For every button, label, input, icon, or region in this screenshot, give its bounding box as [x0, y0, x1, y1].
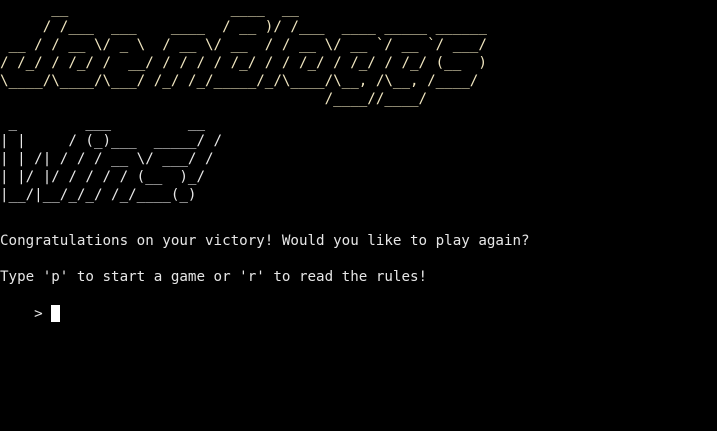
- ascii-title-banner: __ ____ __ / /___ ___ ____ / __ )/ /___ …: [0, 0, 487, 108]
- terminal-window[interactable]: __ ____ __ / /___ ___ ____ / __ )/ /___ …: [0, 0, 717, 431]
- banner-title-line: \____/\____/\___/ /_/ /_/_____/_/\____/\…: [0, 73, 479, 89]
- banner-sub-line: | |/ |/ / / / / (__ )_/: [0, 169, 205, 185]
- input-prompt-line[interactable]: >: [0, 287, 61, 322]
- banner-title-line: __ / / __ \/ _ \ / __ \/ __ / / __ \/ __…: [0, 37, 487, 53]
- banner-sub-line: _ ___ __: [0, 115, 205, 131]
- banner-sub-line: | | / (_)___ _____/ /: [0, 133, 223, 149]
- prompt-symbol: >: [34, 306, 52, 322]
- ascii-win-banner: _ ___ __ | | / (_)___ _____/ / | | /| / …: [0, 114, 222, 204]
- banner-sub-line: | | /| / / / __ \/ ___/ /: [0, 151, 214, 167]
- victory-message: Congratulations on your victory! Would y…: [0, 233, 530, 249]
- banner-title-line: __ ____ __: [0, 1, 299, 17]
- banner-sub-line: |__/|__/_/_/ /_/____(_): [0, 187, 197, 203]
- text-cursor[interactable]: [51, 305, 61, 322]
- instruction-text: Type 'p' to start a game or 'r' to read …: [0, 269, 428, 285]
- banner-title-line: / /___ ___ ____ / __ )/ /___ ____ _____ …: [0, 19, 487, 35]
- banner-title-line: / /_/ / /_/ / __/ / / / / /_/ / / /_/ / …: [0, 55, 487, 71]
- banner-title-line: /____//____/: [0, 91, 428, 107]
